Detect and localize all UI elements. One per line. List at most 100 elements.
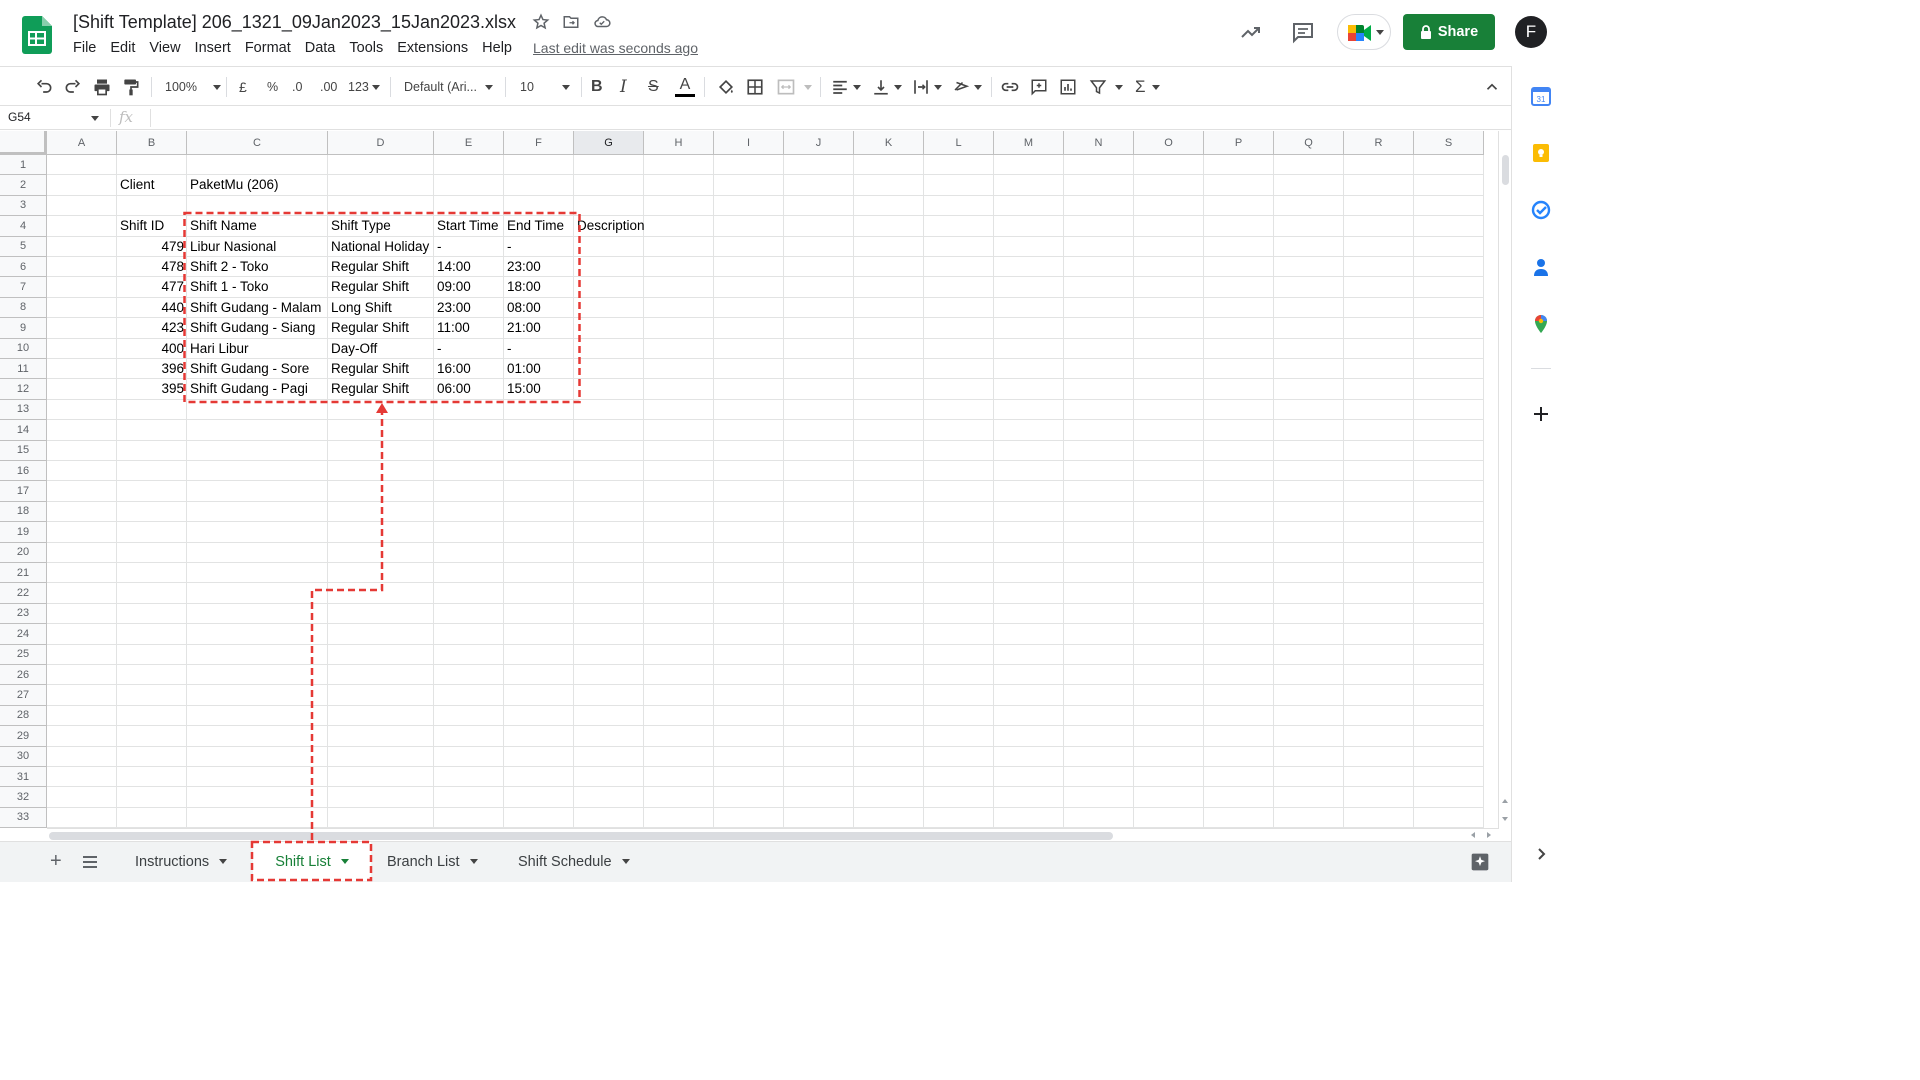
horizontal-scroll-thumb[interactable] — [49, 832, 1113, 840]
table-cell-name[interactable]: Shift Gudang - Pagi — [187, 379, 328, 399]
insert-link-icon[interactable] — [1000, 67, 1020, 107]
row-header-2[interactable]: 2 — [0, 175, 47, 196]
row-header-27[interactable]: 27 — [0, 685, 47, 706]
comments-icon[interactable] — [1291, 20, 1315, 44]
scroll-right-icon[interactable] — [1487, 832, 1491, 838]
text-rotation-icon[interactable] — [952, 67, 982, 107]
row-header-14[interactable]: 14 — [0, 420, 47, 441]
horizontal-align-icon[interactable] — [831, 67, 861, 107]
table-cell-end[interactable]: 08:00 — [504, 298, 574, 318]
row-header-32[interactable]: 32 — [0, 787, 47, 808]
currency-format-button[interactable]: £ — [239, 67, 247, 107]
row-header-31[interactable]: 31 — [0, 767, 47, 788]
add-icon[interactable] — [1531, 404, 1551, 424]
redo-icon[interactable] — [63, 67, 83, 107]
italic-icon[interactable]: I — [620, 67, 627, 107]
client-label-cell[interactable]: Client — [117, 175, 187, 195]
row-header-13[interactable]: 13 — [0, 399, 47, 421]
menu-data[interactable]: Data — [298, 40, 343, 60]
column-header-j[interactable]: J — [784, 131, 854, 155]
menu-insert[interactable]: Insert — [188, 40, 238, 60]
row-header-10[interactable]: 10 — [0, 338, 47, 359]
scroll-up-icon[interactable] — [1502, 799, 1508, 803]
sheet-tab-shift-schedule[interactable]: Shift Schedule — [508, 842, 640, 881]
row-header-3[interactable]: 3 — [0, 195, 47, 217]
row-header-4[interactable]: 4 — [0, 216, 47, 237]
increase-decimal-button[interactable]: .00 — [320, 67, 337, 107]
print-icon[interactable] — [92, 67, 112, 107]
table-cell-start[interactable]: 14:00 — [434, 257, 504, 277]
table-cell-name[interactable]: Shift Gudang - Siang — [187, 318, 328, 338]
row-header-20[interactable]: 20 — [0, 542, 47, 563]
table-cell-name[interactable]: Shift 1 - Toko — [187, 277, 328, 297]
menu-tools[interactable]: Tools — [342, 40, 390, 60]
table-cell-id[interactable]: 477 — [117, 277, 187, 297]
table-cell-start[interactable]: 06:00 — [434, 379, 504, 399]
move-folder-icon[interactable] — [562, 13, 580, 31]
vertical-scroll-thumb[interactable] — [1502, 155, 1509, 185]
table-cell-id[interactable]: 396 — [117, 359, 187, 379]
table-cell-name[interactable]: Libur Nasional — [187, 237, 328, 257]
account-avatar[interactable]: F — [1515, 16, 1547, 48]
cloud-saved-icon[interactable] — [593, 13, 611, 31]
column-header-b[interactable]: B — [117, 131, 187, 155]
row-header-12[interactable]: 12 — [0, 379, 47, 400]
sheets-logo-icon[interactable] — [22, 16, 52, 54]
column-header-p[interactable]: P — [1204, 131, 1274, 155]
table-cell-type[interactable]: Regular Shift — [328, 257, 434, 277]
table-cell-end[interactable]: 15:00 — [504, 379, 574, 399]
row-header-9[interactable]: 9 — [0, 318, 47, 339]
row-header-30[interactable]: 30 — [0, 746, 47, 767]
share-button[interactable]: Share — [1403, 14, 1495, 50]
header-cell[interactable]: Description — [574, 216, 645, 236]
text-wrapping-icon[interactable] — [912, 67, 942, 107]
maps-icon[interactable] — [1531, 314, 1551, 334]
zoom-select[interactable]: 100% — [165, 67, 221, 107]
table-cell-name[interactable]: Hari Libur — [187, 339, 328, 359]
row-header-33[interactable]: 33 — [0, 807, 47, 829]
column-header-s[interactable]: S — [1414, 131, 1484, 155]
row-header-5[interactable]: 5 — [0, 236, 47, 257]
all-sheets-icon[interactable] — [72, 842, 108, 881]
name-box-dropdown-icon[interactable] — [91, 116, 99, 121]
column-header-r[interactable]: R — [1344, 131, 1414, 155]
row-header-23[interactable]: 23 — [0, 603, 47, 625]
column-header-c[interactable]: C — [187, 131, 328, 155]
table-cell-name[interactable]: Shift Gudang - Sore — [187, 359, 328, 379]
menu-help[interactable]: Help — [475, 40, 519, 60]
table-cell-id[interactable]: 395 — [117, 379, 187, 399]
star-icon[interactable] — [532, 13, 550, 31]
spreadsheet-grid[interactable]: A B C D E F G H I J K L M N O P Q R S 1 2 3 4 5 6 7 8 9 10 11 12 13 14 15… — [0, 131, 1498, 829]
sheet-tab-branch-list[interactable]: Branch List — [377, 842, 488, 881]
table-cell-type[interactable]: Day-Off — [328, 339, 434, 359]
row-header-29[interactable]: 29 — [0, 726, 47, 747]
row-header-25[interactable]: 25 — [0, 644, 47, 665]
row-header-28[interactable]: 28 — [0, 705, 47, 727]
table-cell-end[interactable]: 01:00 — [504, 359, 574, 379]
table-cell-name[interactable]: Shift Gudang - Malam — [187, 298, 328, 318]
table-cell-end[interactable]: - — [504, 237, 574, 257]
row-header-18[interactable]: 18 — [0, 501, 47, 523]
column-header-h[interactable]: H — [644, 131, 714, 155]
row-header-7[interactable]: 7 — [0, 277, 47, 298]
filter-icon[interactable] — [1089, 67, 1123, 107]
activity-trend-icon[interactable] — [1239, 20, 1263, 44]
meet-button[interactable] — [1337, 14, 1391, 50]
row-header-11[interactable]: 11 — [0, 359, 47, 380]
tab-dropdown-icon[interactable] — [340, 859, 349, 864]
tab-dropdown-icon[interactable] — [219, 859, 228, 864]
add-sheet-icon[interactable]: + — [40, 842, 72, 881]
table-cell-type[interactable]: Long Shift — [328, 298, 434, 318]
row-header-26[interactable]: 26 — [0, 665, 47, 686]
table-cell-start[interactable]: 09:00 — [434, 277, 504, 297]
bold-icon[interactable]: B — [591, 67, 603, 107]
table-cell-end[interactable]: 18:00 — [504, 277, 574, 297]
table-cell-id[interactable]: 423 — [117, 318, 187, 338]
column-header-n[interactable]: N — [1064, 131, 1134, 155]
functions-icon[interactable]: Σ — [1135, 67, 1160, 107]
table-cell-start[interactable]: 11:00 — [434, 318, 504, 338]
header-cell[interactable]: Shift Name — [187, 216, 328, 236]
paint-format-icon[interactable] — [121, 67, 141, 107]
vertical-scrollbar[interactable] — [1498, 131, 1511, 829]
horizontal-scrollbar[interactable] — [47, 828, 1498, 841]
